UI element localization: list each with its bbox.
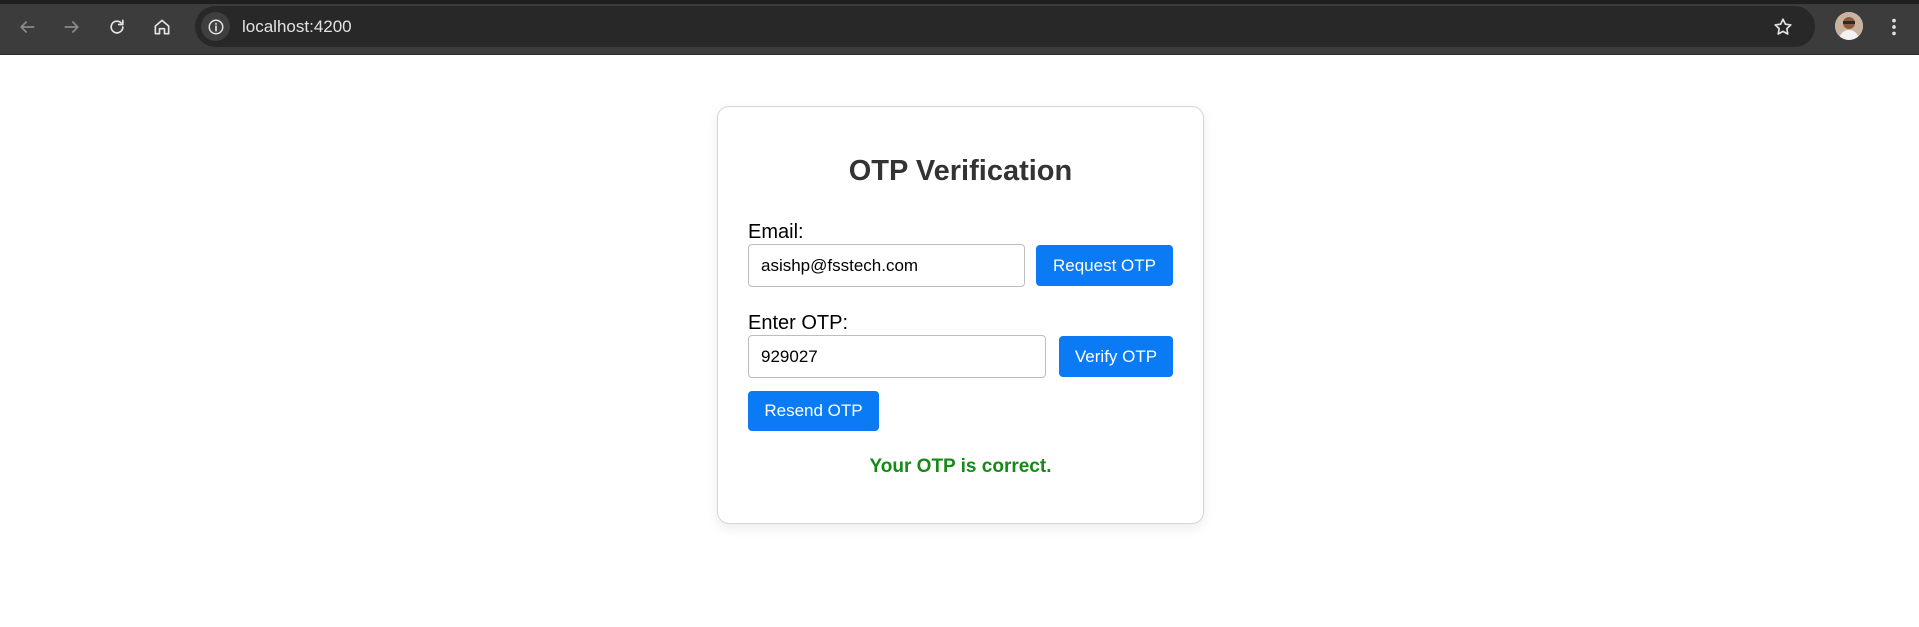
status-message: Your OTP is correct. <box>869 456 1052 477</box>
verify-otp-button[interactable]: Verify OTP <box>1059 336 1173 377</box>
back-button[interactable] <box>12 12 42 42</box>
info-icon <box>208 19 223 34</box>
site-info-button[interactable] <box>201 12 230 41</box>
email-label: Email: <box>748 221 804 243</box>
request-otp-button[interactable]: Request OTP <box>1036 245 1173 286</box>
bookmark-button[interactable] <box>1771 15 1795 39</box>
browser-toolbar: localhost:4200 <box>0 0 1919 55</box>
reload-icon <box>110 19 124 34</box>
forward-button[interactable] <box>57 12 87 42</box>
otp-input[interactable]: 929027 <box>748 335 1046 378</box>
home-button[interactable] <box>147 12 177 42</box>
url-text[interactable]: localhost:4200 <box>242 6 352 47</box>
tab-strip-edge <box>0 0 1919 4</box>
browser-menu-button[interactable] <box>1880 12 1908 42</box>
resend-otp-button[interactable]: Resend OTP <box>748 391 879 431</box>
home-icon <box>154 19 170 35</box>
kebab-menu-icon <box>1892 18 1896 36</box>
avatar-image <box>1835 12 1863 40</box>
otp-verification-card: OTP Verification Email: asishp@fsstech.c… <box>717 106 1204 524</box>
arrow-left-icon <box>20 21 35 33</box>
otp-label: Enter OTP: <box>748 312 849 334</box>
profile-avatar[interactable] <box>1835 12 1863 40</box>
address-bar[interactable]: localhost:4200 <box>195 6 1815 47</box>
page-title: OTP Verification <box>848 155 1073 187</box>
email-input[interactable]: asishp@fsstech.com <box>748 244 1025 287</box>
arrow-right-icon <box>64 21 79 33</box>
star-icon <box>1774 18 1792 35</box>
reload-button[interactable] <box>102 12 132 42</box>
